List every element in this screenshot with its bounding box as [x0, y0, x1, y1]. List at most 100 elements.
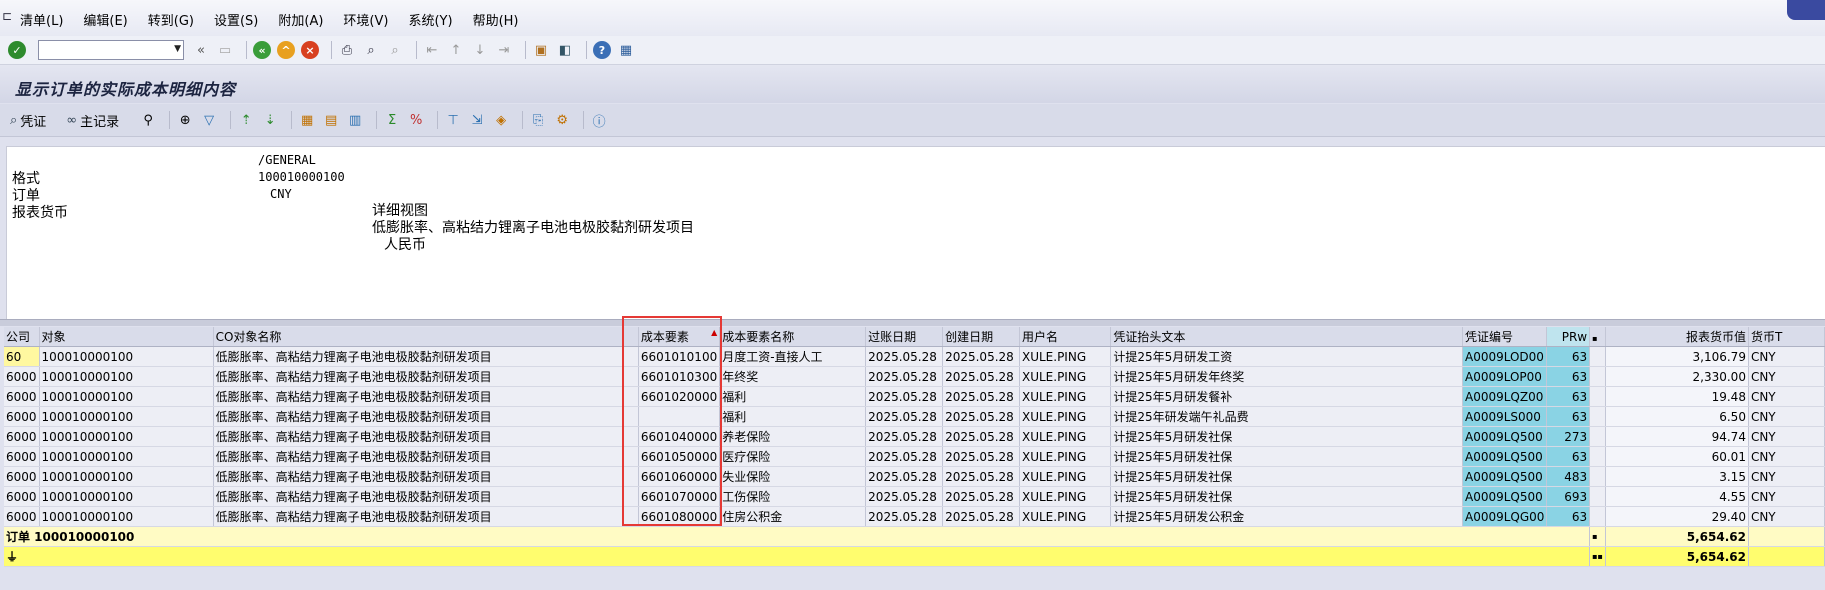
document-flow-icon[interactable]: ⚲	[139, 111, 157, 129]
cell-amount[interactable]: 94.74	[1605, 426, 1749, 447]
cell-co-name[interactable]: 低膨胀率、高粘结力锂离子电池电极胶黏剂研发项目	[213, 346, 639, 367]
menu-extras[interactable]: 附加(A)	[278, 10, 323, 29]
cell-prw[interactable]: 63	[1546, 346, 1591, 367]
print-icon[interactable]: ⎙	[338, 41, 356, 59]
cell-created-date[interactable]: 2025.05.28	[942, 366, 1020, 387]
cell-posting-date[interactable]: 2025.05.28	[865, 346, 944, 367]
cell-amount[interactable]: 60.01	[1605, 446, 1749, 467]
cell-amount[interactable]: 19.48	[1605, 386, 1749, 407]
cell-cost-element[interactable]: 6601060000	[638, 466, 721, 487]
cell-sum-marker[interactable]	[1589, 426, 1606, 447]
system-menu-icon[interactable]: ⊏	[2, 9, 12, 23]
cell-company[interactable]: 6000	[4, 466, 40, 487]
cell-cost-element[interactable]: 6601080000	[638, 506, 721, 527]
cell-currency[interactable]: CNY	[1748, 346, 1825, 367]
menu-environment[interactable]: 环境(V)	[343, 10, 388, 29]
cell-cost-element[interactable]: 6601050000	[638, 446, 721, 467]
cell-co-name[interactable]: 低膨胀率、高粘结力锂离子电池电极胶黏剂研发项目	[213, 486, 639, 507]
cell-header-text[interactable]: 计提25年研发端午礼品费	[1110, 406, 1463, 427]
cell-object[interactable]: 100010000100	[39, 346, 214, 367]
table-row[interactable]: 6000 100010000100 低膨胀率、高粘结力锂离子电池电极胶黏剂研发项目 6…	[4, 366, 1825, 387]
graphic-icon[interactable]: ◈	[492, 111, 510, 129]
cell-object[interactable]: 100010000100	[39, 466, 214, 487]
cell-company[interactable]: 6000	[4, 486, 40, 507]
cell-posting-date[interactable]: 2025.05.28	[865, 486, 944, 507]
table-row[interactable]: 6000 100010000100 低膨胀率、高粘结力锂离子电池电极胶黏剂研发项目 6…	[4, 466, 1825, 487]
sum-icon[interactable]: Σ	[383, 111, 401, 129]
cell-document-no[interactable]: A0009LQ500	[1462, 466, 1548, 487]
cell-currency[interactable]: CNY	[1748, 426, 1825, 447]
cell-prw[interactable]: 63	[1546, 506, 1591, 527]
col-currency[interactable]: 货币T	[1748, 327, 1825, 347]
cell-header-text[interactable]: 计提25年5月研发餐补	[1110, 386, 1463, 407]
menu-help[interactable]: 帮助(H)	[473, 10, 519, 29]
cell-header-text[interactable]: 计提25年5月研发工资	[1110, 346, 1463, 367]
cell-user[interactable]: XULE.PING	[1019, 506, 1112, 527]
find-icon[interactable]: ⌕	[362, 41, 380, 59]
export-icon[interactable]: ⇲	[468, 111, 486, 129]
cell-sum-marker[interactable]	[1589, 446, 1606, 467]
table-row[interactable]: 60 100010000100 低膨胀率、高粘结力锂离子电池电极胶黏剂研发项目 660…	[4, 346, 1825, 367]
cell-co-name[interactable]: 低膨胀率、高粘结力锂离子电池电极胶黏剂研发项目	[213, 366, 639, 387]
col-cost-element-name[interactable]: 成本要素名称	[719, 327, 867, 347]
cell-prw[interactable]: 63	[1546, 446, 1591, 467]
cell-cost-element[interactable]: 6601070000	[638, 486, 721, 507]
cell-cost-element-name[interactable]: 福利	[719, 386, 867, 407]
table-row[interactable]: 6000 100010000100 低膨胀率、高粘结力锂离子电池电极胶黏剂研发项目 6…	[4, 446, 1825, 467]
cell-sum-marker[interactable]	[1589, 506, 1606, 527]
help-icon[interactable]: ?	[593, 41, 611, 59]
cell-object[interactable]: 100010000100	[39, 446, 214, 467]
first-page-icon[interactable]: ⇤	[423, 41, 441, 59]
col-sum-marker[interactable]: ▪	[1589, 327, 1606, 347]
find-next-icon[interactable]: ⌕	[386, 41, 404, 59]
table-row[interactable]: 6000 100010000100 低膨胀率、高粘结力锂离子电池电极胶黏剂研发项目 6…	[4, 486, 1825, 507]
col-report-amount[interactable]: 报表货币值	[1605, 327, 1749, 347]
exit-icon[interactable]: ^	[277, 41, 295, 59]
cell-amount[interactable]: 3.15	[1605, 466, 1749, 487]
col-user-name[interactable]: 用户名	[1019, 327, 1112, 347]
cell-header-text[interactable]: 计提25年5月研发社保	[1110, 486, 1463, 507]
cell-header-text[interactable]: 计提25年5月研发公积金	[1110, 506, 1463, 527]
table-row[interactable]: 6000 100010000100 低膨胀率、高粘结力锂离子电池电极胶黏剂研发项目 6…	[4, 426, 1825, 447]
cell-user[interactable]: XULE.PING	[1019, 426, 1112, 447]
back-icon[interactable]: «	[253, 41, 271, 59]
cell-user[interactable]: XULE.PING	[1019, 406, 1112, 427]
cell-sum-marker[interactable]	[1589, 386, 1606, 407]
cell-sum-marker[interactable]	[1589, 466, 1606, 487]
col-company[interactable]: 公司	[4, 327, 40, 347]
cell-company[interactable]: 6000	[4, 506, 40, 527]
menu-system[interactable]: 系统(Y)	[408, 10, 452, 29]
next-page-icon[interactable]: ↓	[471, 41, 489, 59]
cell-posting-date[interactable]: 2025.05.28	[865, 386, 944, 407]
cell-created-date[interactable]: 2025.05.28	[942, 426, 1020, 447]
layout-icon[interactable]: ▦	[617, 41, 635, 59]
print-preview-icon[interactable]: ⊤	[444, 111, 462, 129]
prev-page-icon[interactable]: ↑	[447, 41, 465, 59]
cell-cost-element-name[interactable]: 年终奖	[719, 366, 867, 387]
col-document-no[interactable]: 凭证编号	[1462, 327, 1548, 347]
cell-amount[interactable]: 3,106.79	[1605, 346, 1749, 367]
cell-sum-marker[interactable]	[1589, 406, 1606, 427]
cell-created-date[interactable]: 2025.05.28	[942, 446, 1020, 467]
cell-currency[interactable]: CNY	[1748, 386, 1825, 407]
cell-posting-date[interactable]: 2025.05.28	[865, 426, 944, 447]
col-cost-element[interactable]: 成本要素 ▲	[638, 327, 721, 347]
cell-posting-date[interactable]: 2025.05.28	[865, 446, 944, 467]
sort-ascending-icon[interactable]: ⇡	[237, 111, 255, 129]
cell-currency[interactable]: CNY	[1748, 506, 1825, 527]
cell-document-no[interactable]: A0009LQ500	[1462, 426, 1548, 447]
details-icon[interactable]: ⊕	[176, 111, 194, 129]
cell-user[interactable]: XULE.PING	[1019, 346, 1112, 367]
cell-co-name[interactable]: 低膨胀率、高粘结力锂离子电池电极胶黏剂研发项目	[213, 406, 639, 427]
subtotal-icon[interactable]: %	[407, 111, 425, 129]
cell-prw[interactable]: 63	[1546, 386, 1591, 407]
cell-document-no[interactable]: A0009LS000	[1462, 406, 1548, 427]
cell-company[interactable]: 6000	[4, 386, 40, 407]
cell-created-date[interactable]: 2025.05.28	[942, 386, 1020, 407]
cell-company[interactable]: 6000	[4, 446, 40, 467]
collapse-icon[interactable]: «	[192, 41, 210, 59]
splitter-handle[interactable]	[0, 319, 1825, 326]
col-object[interactable]: 对象	[39, 327, 214, 347]
cell-cost-element[interactable]: 6601010100	[638, 346, 721, 367]
cell-cost-element[interactable]: 6601020000	[638, 386, 721, 407]
